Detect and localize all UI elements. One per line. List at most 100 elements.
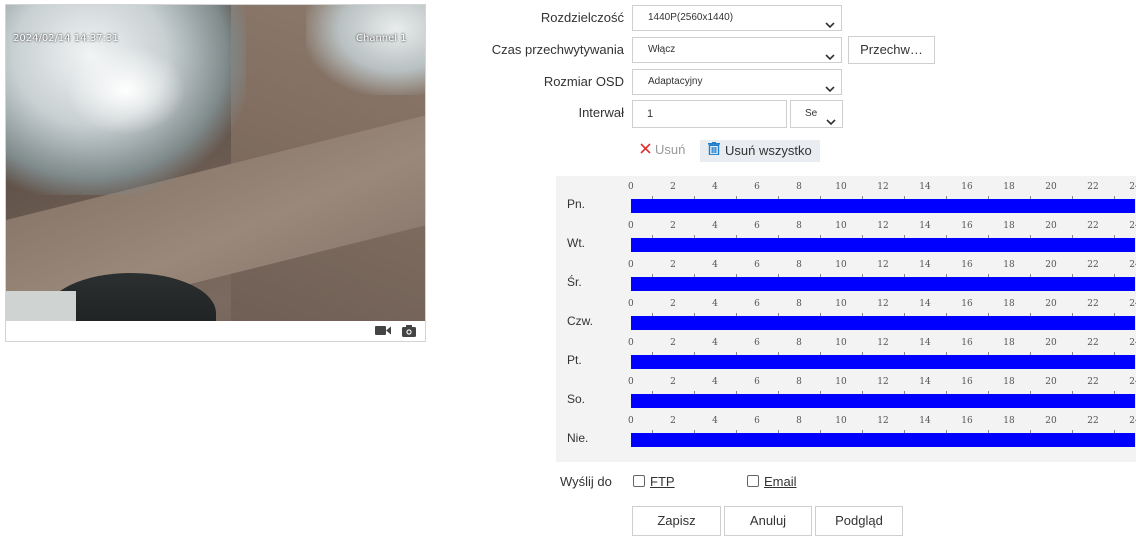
hour-tick-label: 4 (712, 182, 718, 192)
osd-size-select[interactable]: Adaptacyjny (632, 69, 842, 95)
hour-tick-label: 4 (712, 221, 718, 231)
interval-unit-select[interactable]: Se (790, 100, 843, 128)
capture-time-value: Włącz (648, 44, 676, 55)
day-label: Czw. (567, 314, 594, 328)
osd-channel-name: Channel 1 (356, 33, 407, 44)
hour-tick-label: 4 (712, 260, 718, 270)
ftp-label[interactable]: FTP (650, 474, 675, 489)
hour-tick-label: 14 (919, 221, 931, 231)
hour-tick-label: 22 (1087, 260, 1099, 270)
hour-tick-label: 6 (754, 416, 760, 426)
schedule-day-bar[interactable] (631, 277, 1135, 291)
schedule-day-bar[interactable] (631, 199, 1135, 213)
preview-button[interactable]: Podgląd (815, 506, 903, 536)
hour-tick-label: 18 (1003, 182, 1015, 192)
video-scene-plastic (306, 5, 425, 95)
hour-tick-label: 16 (961, 299, 973, 309)
hour-tick-label: 2 (670, 416, 676, 426)
hour-tick-label: 14 (919, 377, 931, 387)
hour-tick-label: 22 (1087, 299, 1099, 309)
delete-button[interactable]: Usuń (640, 142, 685, 157)
video-feed: 2024/02/14 14:37:31 Channel 1 (6, 5, 425, 321)
hour-tick-label: 16 (961, 182, 973, 192)
hour-tick-label: 16 (961, 416, 973, 426)
video-scene-object (6, 291, 76, 321)
video-camera-icon[interactable] (375, 325, 391, 339)
hour-tick-label: 18 (1003, 338, 1015, 348)
hour-tick-label: 6 (754, 182, 760, 192)
interval-input[interactable]: 1 (632, 100, 787, 128)
schedule-day-bar[interactable] (631, 316, 1135, 330)
email-checkbox[interactable] (747, 475, 759, 487)
resolution-label: Rozdzielczość (540, 10, 624, 25)
hour-tick-label: 12 (877, 416, 889, 426)
hour-tick-label: 18 (1003, 221, 1015, 231)
hour-tick-label: 8 (796, 338, 802, 348)
interval-label: Interwał (578, 105, 624, 120)
chevron-down-icon (825, 15, 835, 39)
ftp-checkbox[interactable] (633, 475, 645, 487)
day-label: Pn. (567, 197, 586, 211)
osd-size-label: Rozmiar OSD (543, 74, 624, 89)
hour-tick-label: 18 (1003, 260, 1015, 270)
hour-tick-label: 22 (1087, 338, 1099, 348)
hour-tick-label: 24 (1129, 416, 1136, 426)
schedule-day-bar[interactable] (631, 433, 1135, 447)
schedule-day-bar[interactable] (631, 238, 1135, 252)
delete-label: Usuń (655, 142, 686, 157)
hour-tick-label: 24 (1129, 260, 1136, 270)
hour-tick-label: 4 (712, 377, 718, 387)
hour-tick-label: 24 (1129, 221, 1136, 231)
resolution-select[interactable]: 1440P(2560x1440) (632, 5, 842, 31)
hour-tick-label: 8 (796, 182, 802, 192)
hour-tick-label: 10 (835, 221, 847, 231)
hour-tick-label: 8 (796, 416, 802, 426)
hour-tick-label: 4 (712, 416, 718, 426)
interval-unit-value: Se (805, 108, 818, 119)
hour-tick-label: 10 (835, 338, 847, 348)
day-label: Wt. (567, 236, 585, 250)
schedule-day-bar[interactable] (631, 394, 1135, 408)
capture-schedule-button[interactable]: Przechw… (848, 36, 935, 64)
hour-tick-label: 10 (835, 299, 847, 309)
hour-tick-label: 6 (754, 338, 760, 348)
live-preview-panel: 2024/02/14 14:37:31 Channel 1 (5, 4, 426, 342)
hour-tick-label: 24 (1129, 299, 1136, 309)
hour-tick-label: 14 (919, 299, 931, 309)
hour-tick-label: 22 (1087, 182, 1099, 192)
hour-tick-label: 22 (1087, 377, 1099, 387)
hour-tick-label: 18 (1003, 416, 1015, 426)
hour-tick-label: 20 (1045, 377, 1057, 387)
cancel-button[interactable]: Anuluj (724, 506, 812, 536)
hour-tick-label: 14 (919, 182, 931, 192)
day-label: Pt. (567, 353, 582, 367)
capture-time-select[interactable]: Włącz (632, 37, 842, 63)
delete-all-button[interactable]: Usuń wszystko (700, 140, 820, 162)
hour-tick-label: 12 (877, 260, 889, 270)
hour-tick-label: 0 (628, 182, 634, 192)
hour-tick-label: 22 (1087, 416, 1099, 426)
hour-tick-label: 0 (628, 416, 634, 426)
hour-tick-label: 10 (835, 416, 847, 426)
save-button[interactable]: Zapisz (632, 506, 721, 536)
hour-tick-label: 12 (877, 377, 889, 387)
hour-tick-label: 16 (961, 377, 973, 387)
hour-tick-label: 2 (670, 299, 676, 309)
osd-size-value: Adaptacyjny (648, 76, 703, 87)
hour-tick-label: 12 (877, 182, 889, 192)
hour-tick-label: 2 (670, 260, 676, 270)
email-label[interactable]: Email (764, 474, 797, 489)
hour-tick-label: 6 (754, 377, 760, 387)
hour-tick-label: 4 (712, 338, 718, 348)
hour-tick-label: 8 (796, 299, 802, 309)
send-to-label: Wyślij do (560, 474, 612, 489)
camera-icon[interactable] (402, 325, 416, 340)
chevron-down-icon (826, 111, 836, 137)
hour-tick-label: 0 (628, 221, 634, 231)
hour-tick-label: 24 (1129, 182, 1136, 192)
schedule-day-bar[interactable] (631, 355, 1135, 369)
hour-tick-label: 10 (835, 260, 847, 270)
video-scene-highlight (66, 45, 186, 135)
hour-tick-label: 0 (628, 377, 634, 387)
hour-tick-label: 20 (1045, 338, 1057, 348)
